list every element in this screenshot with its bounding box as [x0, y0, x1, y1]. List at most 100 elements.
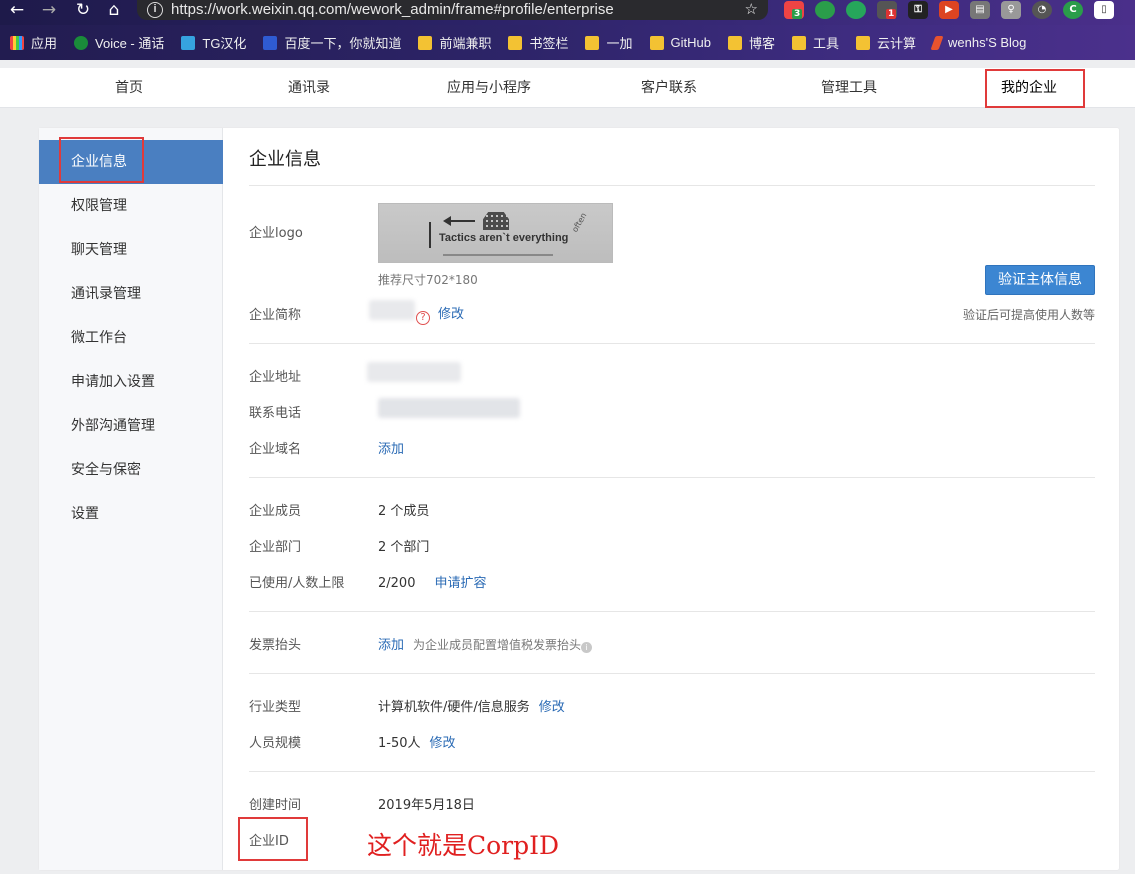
reload-icon[interactable]: ↻: [72, 0, 94, 20]
telegram-icon: [181, 35, 196, 50]
edit-short-name-link[interactable]: 修改: [438, 307, 464, 322]
corpid-label: 企业ID: [249, 834, 289, 849]
logo-size-hint: 推荐尺寸702*180: [378, 273, 478, 287]
extension-icon[interactable]: ▶: [939, 1, 959, 19]
bookmark-item[interactable]: 一加: [585, 33, 633, 52]
tab-customers[interactable]: 客户联系: [609, 68, 729, 108]
created-value: 2019年5月18日: [378, 798, 475, 813]
arrow-left-icon: [443, 216, 475, 226]
bookmark-item[interactable]: wenhs'S Blog: [930, 35, 1026, 50]
address-label: 企业地址: [249, 370, 302, 385]
sidebar-item-settings[interactable]: 设置: [39, 492, 223, 536]
verify-entity-button[interactable]: 验证主体信息: [985, 265, 1095, 295]
logo-label: 企业logo: [249, 226, 303, 241]
enterprise-logo[interactable]: Tactics aren`t everything often: [378, 203, 613, 263]
redacted-phone: [378, 398, 520, 418]
bookmark-item[interactable]: 工具: [791, 33, 839, 52]
apps-icon: [10, 35, 24, 50]
sidebar-item-enterprise-info[interactable]: 企业信息: [39, 140, 223, 184]
tab-tools[interactable]: 管理工具: [789, 68, 909, 108]
extension-icon[interactable]: ◔: [1032, 1, 1052, 19]
verify-hint: 验证后可提高使用人数等: [962, 308, 1095, 322]
blog-icon: [930, 35, 944, 50]
sidebar-item-external[interactable]: 外部沟通管理: [39, 404, 223, 448]
browser-toolbar: ← → ↻ ⌂ i https://work.weixin.qq.com/wew…: [0, 0, 1135, 25]
members-label: 企业成员: [249, 504, 302, 519]
departments-value: 2 个部门: [378, 540, 430, 555]
forward-icon[interactable]: →: [38, 0, 60, 20]
folder-icon: [727, 35, 742, 50]
info-icon[interactable]: i: [581, 642, 593, 653]
edit-scale-link[interactable]: 修改: [430, 736, 456, 751]
bookmark-item[interactable]: Voice - 通话: [74, 33, 164, 52]
bookmark-item[interactable]: 前端兼职: [418, 33, 491, 52]
extension-icon[interactable]: C: [1063, 1, 1083, 19]
extension-icon[interactable]: 1: [877, 1, 897, 19]
divider: [249, 673, 1095, 674]
profile-icon[interactable]: ▯: [1094, 1, 1114, 19]
invoice-row: 添加 为企业成员配置增值税发票抬头 i: [378, 634, 593, 653]
divider: [249, 611, 1095, 612]
sidebar-item-join-settings[interactable]: 申请加入设置: [39, 360, 223, 404]
tab-contacts[interactable]: 通讯录: [249, 68, 369, 108]
industry-label: 行业类型: [249, 700, 302, 715]
corpid-annotation: 这个就是CorpID: [367, 831, 560, 860]
usage-value: 2/200: [378, 576, 416, 591]
tab-my-enterprise[interactable]: 我的企业: [969, 68, 1089, 108]
redacted-short-name: [369, 300, 415, 320]
site-info-icon[interactable]: i: [147, 2, 163, 18]
help-icon[interactable]: ?: [416, 311, 430, 325]
tab-apps[interactable]: 应用与小程序: [429, 68, 549, 108]
bookmark-item[interactable]: 应用: [10, 33, 57, 52]
back-icon[interactable]: ←: [6, 0, 28, 20]
voice-icon: [74, 35, 89, 50]
invoice-hint: 为企业成员配置增值税发票抬头: [413, 638, 582, 652]
extension-badge: 3: [792, 9, 803, 19]
divider: [249, 771, 1095, 772]
key-icon[interactable]: ⚿: [908, 1, 928, 19]
url-text: https://work.weixin.qq.com/wework_admin/…: [171, 1, 614, 18]
folder-icon: [856, 35, 870, 50]
add-domain-link[interactable]: 添加: [378, 438, 404, 457]
scale-label: 人员规模: [249, 736, 302, 751]
bookmark-item[interactable]: 云计算: [856, 33, 916, 52]
extension-icon[interactable]: [846, 1, 866, 19]
sidebar-item-chat[interactable]: 聊天管理: [39, 228, 223, 272]
extension-icon[interactable]: 3: [784, 1, 804, 19]
invader-icon: [483, 212, 509, 230]
home-icon[interactable]: ⌂: [103, 0, 125, 20]
divider: [249, 477, 1095, 478]
short-name-label: 企业简称: [249, 308, 302, 323]
logo-tagline: Tactics aren`t everything: [439, 232, 569, 244]
extension-badge: 1: [886, 9, 897, 19]
top-nav: 首页 通讯录 应用与小程序 客户联系 管理工具 我的企业: [0, 68, 1135, 108]
address-bar[interactable]: i https://work.weixin.qq.com/wework_admi…: [137, 0, 768, 20]
divider: [249, 185, 1095, 186]
folder-icon: [418, 35, 433, 50]
phone-label: 联系电话: [249, 406, 302, 421]
extension-icon[interactable]: [815, 1, 835, 19]
extension-icon[interactable]: ▤: [970, 1, 990, 19]
bookmark-item[interactable]: 博客: [727, 33, 775, 52]
bookmark-star-icon[interactable]: ☆: [745, 0, 758, 20]
bookmark-item[interactable]: 书签栏: [508, 33, 568, 52]
logo-often: often: [570, 211, 589, 234]
bookmark-item[interactable]: GitHub: [649, 35, 711, 50]
chrome-gap: [0, 60, 1135, 68]
created-label: 创建时间: [249, 798, 302, 813]
page-title: 企业信息: [249, 149, 321, 170]
sidebar-item-contacts[interactable]: 通讯录管理: [39, 272, 223, 316]
usage-row: 2/200 申请扩容: [378, 572, 486, 591]
tab-home[interactable]: 首页: [69, 68, 189, 108]
arrow-right-icon: [443, 254, 553, 256]
expand-link[interactable]: 申请扩容: [434, 576, 486, 591]
edit-industry-link[interactable]: 修改: [539, 700, 565, 715]
sidebar-item-permissions[interactable]: 权限管理: [39, 184, 223, 228]
extension-icon[interactable]: ♀: [1001, 1, 1021, 19]
departments-label: 企业部门: [249, 540, 302, 555]
sidebar-item-security[interactable]: 安全与保密: [39, 448, 223, 492]
bookmark-item[interactable]: 百度一下，你就知道: [263, 33, 401, 52]
bookmark-item[interactable]: TG汉化: [181, 33, 246, 52]
add-invoice-link[interactable]: 添加: [378, 638, 404, 653]
sidebar-item-workbench[interactable]: 微工作台: [39, 316, 223, 360]
